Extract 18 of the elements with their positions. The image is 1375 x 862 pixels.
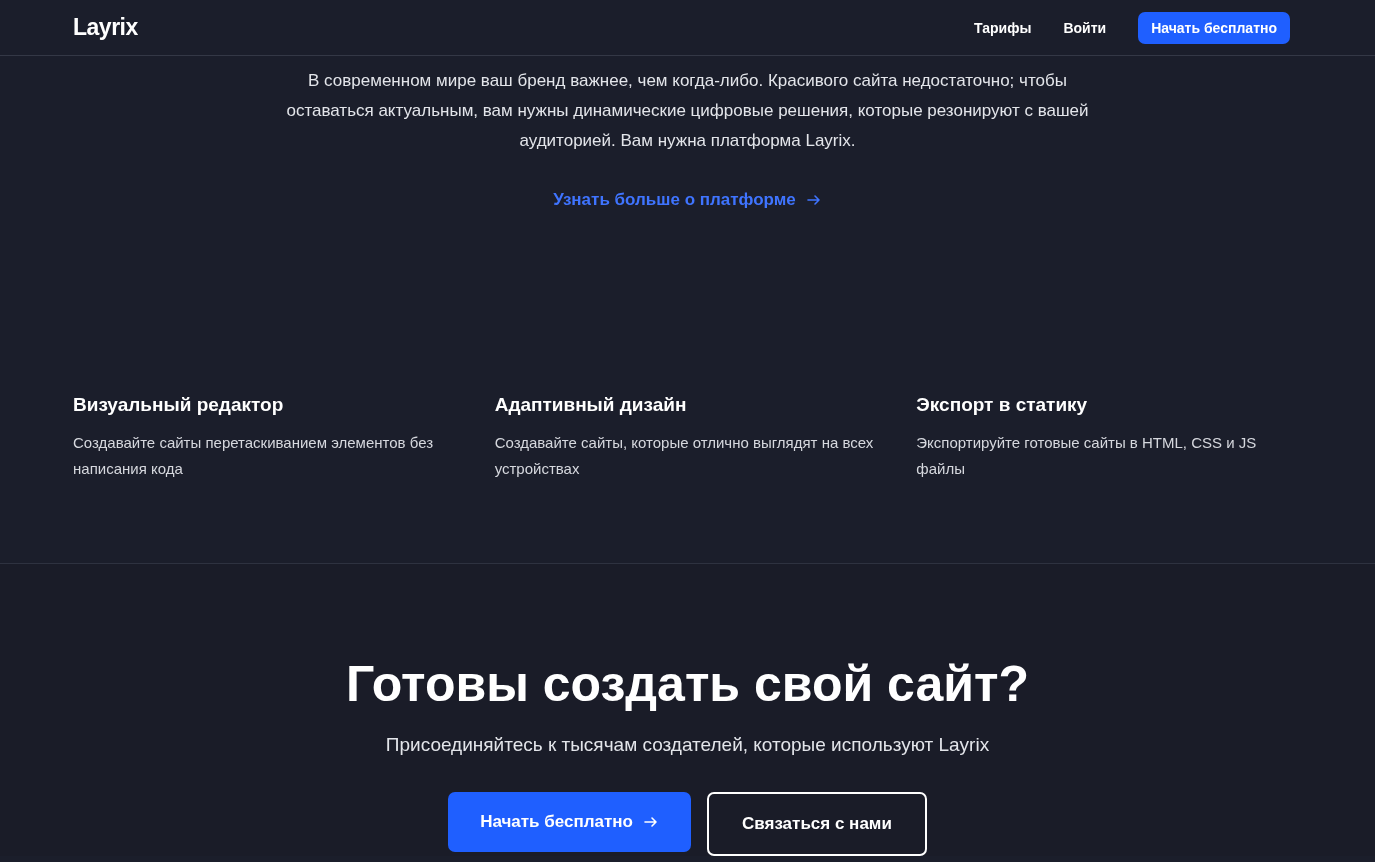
feature-title: Адаптивный дизайн — [494, 393, 688, 417]
feature-description: Создавайте сайты, которые отлично выглядят на всех устройствах — [494, 433, 875, 479]
arrow-right-icon — [805, 192, 822, 208]
nav-link[interactable]: Тарифы — [974, 19, 1032, 36]
logo[interactable]: Layrix — [73, 14, 138, 41]
cta-heading: Готовы создать свой сайт? — [345, 655, 1030, 714]
feature-title: Визуальный редактор — [73, 393, 285, 417]
intro-paragraph: В современном мире ваш бренд важнее, чем когда-либо. Красивого сайта недостаточно; чтобы оставаться актуальным, вам нужны динамические цифровые решения, которые резонируют с вашей аудиторией. Вам нужна платформа Layrix. — [285, 70, 1090, 152]
arrow-right-icon — [642, 814, 659, 830]
feature-description: Экспортируйте готовые сайты в HTML, CSS и JS файлы — [916, 433, 1258, 479]
start-free-button[interactable]: Начать бесплатно — [1138, 11, 1290, 44]
nav-link[interactable]: Войти — [1063, 19, 1107, 36]
contact-button[interactable]: Связаться с нами — [706, 792, 927, 856]
learn-more-link[interactable]: Узнать больше о платформе — [553, 188, 822, 212]
cta-subtitle: Присоединяйтесь к тысячам создателей, которые используют Layrix — [385, 733, 990, 757]
start-free-button[interactable]: Начать бесплатно — [448, 792, 691, 852]
feature-title: Экспорт в статику — [916, 393, 1089, 417]
feature-description: Создавайте сайты перетаскиванием элементов без написания кода — [73, 433, 435, 479]
